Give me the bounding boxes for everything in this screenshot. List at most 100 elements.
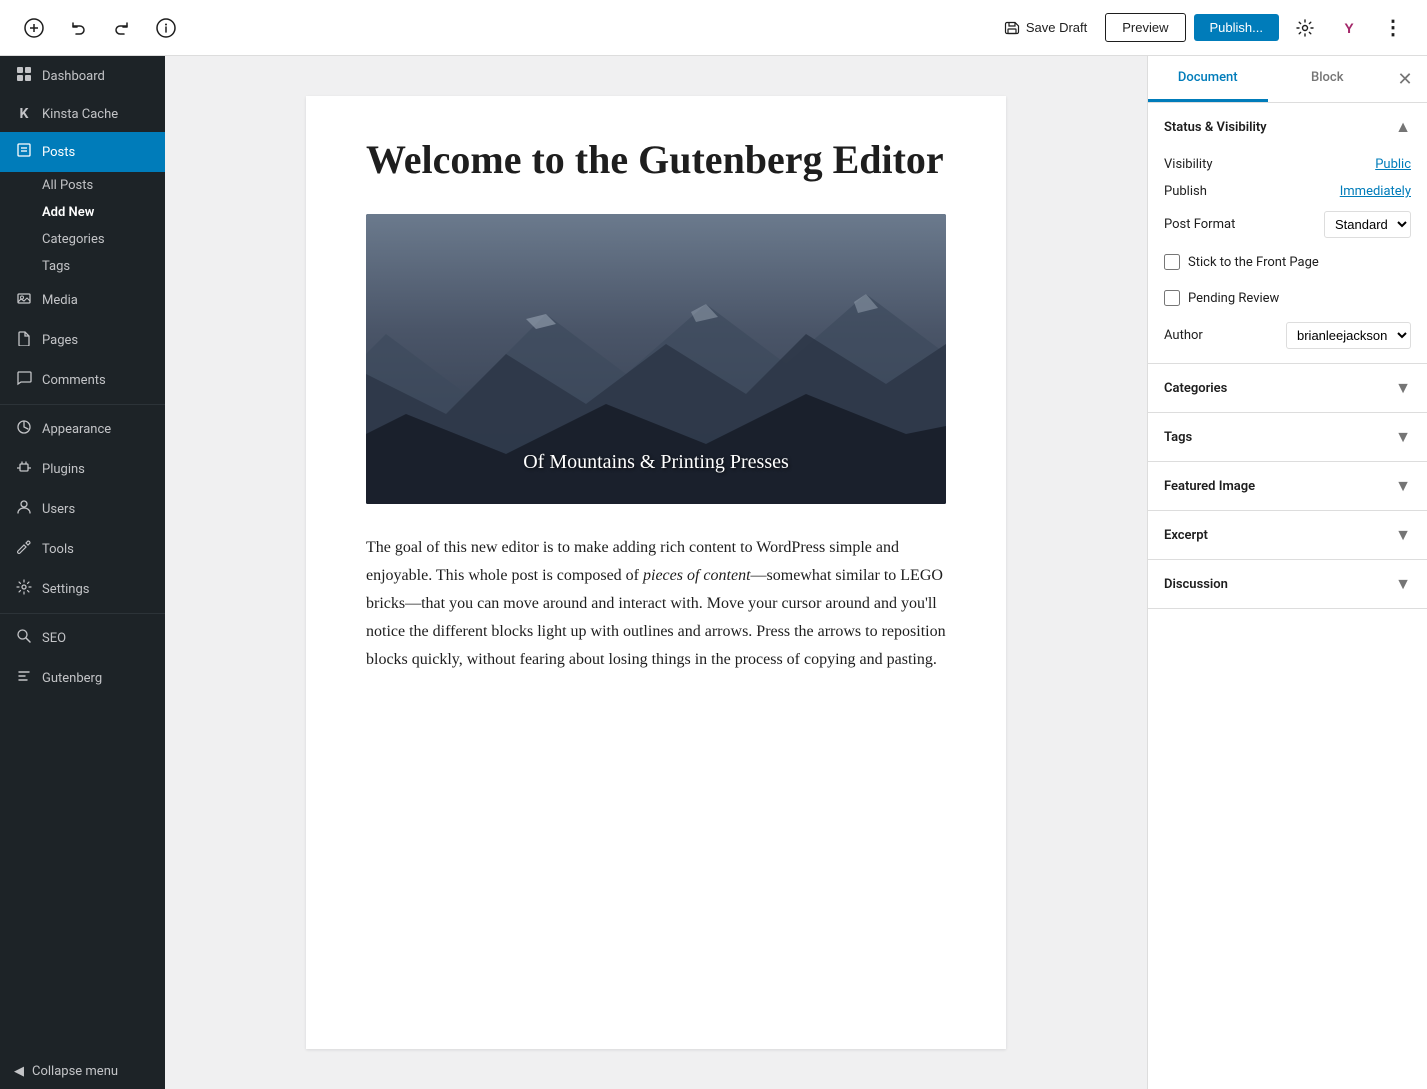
sidebar-item-categories[interactable]: Categories — [0, 226, 165, 253]
sidebar-label-tools: Tools — [42, 542, 74, 557]
sidebar-item-tags[interactable]: Tags — [0, 253, 165, 280]
sidebar-label-dashboard: Dashboard — [42, 69, 105, 84]
kinsta-icon: K — [14, 106, 34, 122]
plugins-icon — [14, 459, 34, 479]
publish-button[interactable]: Publish... — [1194, 14, 1279, 41]
sidebar-label-plugins: Plugins — [42, 462, 85, 477]
section-tags: Tags ▼ — [1148, 413, 1427, 462]
chevron-down-categories-icon: ▼ — [1395, 378, 1411, 398]
section-tags-title: Tags — [1164, 430, 1192, 445]
section-status-visibility-header[interactable]: Status & Visibility ▲ — [1148, 103, 1427, 151]
sidebar-item-tools[interactable]: Tools — [0, 529, 165, 569]
add-block-button[interactable] — [16, 10, 52, 46]
featured-image-block[interactable]: Of Mountains & Printing Presses — [366, 214, 946, 504]
save-draft-label: Save Draft — [1026, 20, 1087, 35]
collapse-menu-button[interactable]: ◀ Collapse menu — [0, 1054, 165, 1089]
posts-icon — [14, 142, 34, 162]
editor-area: Welcome to the Gutenberg Editor — [165, 56, 1147, 1089]
sidebar-item-gutenberg[interactable]: Gutenberg — [0, 658, 165, 698]
sidebar-item-pages[interactable]: Pages — [0, 320, 165, 360]
sidebar-item-users[interactable]: Users — [0, 489, 165, 529]
seo-icon — [14, 628, 34, 648]
section-excerpt-title: Excerpt — [1164, 528, 1208, 543]
pending-review-checkbox[interactable] — [1164, 290, 1180, 306]
settings-button[interactable] — [1287, 10, 1323, 46]
users-icon — [14, 499, 34, 519]
sidebar-item-seo[interactable]: SEO — [0, 618, 165, 658]
section-categories-title: Categories — [1164, 381, 1227, 396]
sidebar-item-all-posts[interactable]: All Posts — [0, 172, 165, 199]
preview-button[interactable]: Preview — [1105, 13, 1185, 42]
yoast-button[interactable]: Y — [1331, 10, 1367, 46]
more-options-button[interactable]: ⋮ — [1375, 10, 1411, 46]
post-format-label: Post Format — [1164, 217, 1235, 232]
panel-tabs: Document Block ✕ — [1148, 56, 1427, 103]
sidebar: Dashboard K Kinsta Cache Posts All Posts… — [0, 56, 165, 1089]
publish-value[interactable]: Immediately — [1340, 184, 1411, 199]
main-layout: Dashboard K Kinsta Cache Posts All Posts… — [0, 56, 1427, 1089]
top-bar: Save Draft Preview Publish... Y ⋮ — [0, 0, 1427, 56]
panel-close-button[interactable]: ✕ — [1387, 61, 1423, 97]
sidebar-label-posts: Posts — [42, 145, 75, 160]
sidebar-item-settings[interactable]: Settings — [0, 569, 165, 609]
tab-document[interactable]: Document — [1148, 56, 1268, 102]
author-select[interactable]: brianleejackson — [1286, 322, 1411, 349]
chevron-down-excerpt-icon: ▼ — [1395, 525, 1411, 545]
post-title[interactable]: Welcome to the Gutenberg Editor — [366, 136, 946, 184]
chevron-down-discussion-icon: ▼ — [1395, 574, 1411, 594]
toolbar-left — [16, 10, 986, 46]
tools-icon — [14, 539, 34, 559]
author-row: Author brianleejackson — [1148, 316, 1427, 355]
sidebar-label-gutenberg: Gutenberg — [42, 671, 102, 686]
stick-front-page-label[interactable]: Stick to the Front Page — [1188, 255, 1319, 270]
publish-label: Publish — [1164, 184, 1207, 199]
sidebar-item-dashboard[interactable]: Dashboard — [0, 56, 165, 96]
section-featured-image-header[interactable]: Featured Image ▼ — [1148, 462, 1427, 510]
post-format-select[interactable]: Standard Aside Image Video Quote Link Ga… — [1324, 211, 1411, 238]
sidebar-divider-2 — [0, 613, 165, 614]
sidebar-item-posts[interactable]: Posts — [0, 132, 165, 172]
section-featured-image: Featured Image ▼ — [1148, 462, 1427, 511]
sidebar-item-media[interactable]: Media — [0, 280, 165, 320]
visibility-row: Visibility Public — [1148, 151, 1427, 178]
stick-front-page-checkbox[interactable] — [1164, 254, 1180, 270]
sidebar-item-appearance[interactable]: Appearance — [0, 409, 165, 449]
section-excerpt-header[interactable]: Excerpt ▼ — [1148, 511, 1427, 559]
image-caption: Of Mountains & Printing Presses — [523, 451, 789, 474]
sidebar-item-kinsta[interactable]: K Kinsta Cache — [0, 96, 165, 132]
sidebar-item-comments[interactable]: Comments — [0, 360, 165, 400]
section-categories-header[interactable]: Categories ▼ — [1148, 364, 1427, 412]
sidebar-label-users: Users — [42, 502, 75, 517]
chevron-up-icon: ▲ — [1395, 117, 1411, 137]
publish-row: Publish Immediately — [1148, 178, 1427, 205]
section-categories: Categories ▼ — [1148, 364, 1427, 413]
sidebar-label-comments: Comments — [42, 373, 106, 388]
author-label: Author — [1164, 328, 1203, 343]
sidebar-item-plugins[interactable]: Plugins — [0, 449, 165, 489]
undo-button[interactable] — [60, 10, 96, 46]
section-tags-header[interactable]: Tags ▼ — [1148, 413, 1427, 461]
pending-review-label[interactable]: Pending Review — [1188, 291, 1279, 306]
sidebar-divider-1 — [0, 404, 165, 405]
pending-review-row: Pending Review — [1148, 280, 1427, 316]
chevron-down-featured-icon: ▼ — [1395, 476, 1411, 496]
section-featured-image-title: Featured Image — [1164, 479, 1255, 494]
collapse-icon: ◀ — [14, 1064, 24, 1079]
toolbar-right: Save Draft Preview Publish... Y ⋮ — [994, 10, 1411, 46]
stick-front-page-row: Stick to the Front Page — [1148, 244, 1427, 280]
info-button[interactable] — [148, 10, 184, 46]
collapse-label: Collapse menu — [32, 1064, 118, 1079]
sidebar-item-add-new[interactable]: Add New — [0, 199, 165, 226]
redo-button[interactable] — [104, 10, 140, 46]
section-discussion-header[interactable]: Discussion ▼ — [1148, 560, 1427, 608]
comments-icon — [14, 370, 34, 390]
section-discussion: Discussion ▼ — [1148, 560, 1427, 609]
post-body[interactable]: The goal of this new editor is to make a… — [366, 534, 946, 674]
right-panel: Document Block ✕ Status & Visibility ▲ V… — [1147, 56, 1427, 1089]
section-excerpt: Excerpt ▼ — [1148, 511, 1427, 560]
visibility-value[interactable]: Public — [1375, 157, 1411, 172]
chevron-down-tags-icon: ▼ — [1395, 427, 1411, 447]
tab-block[interactable]: Block — [1268, 56, 1388, 102]
media-icon — [14, 290, 34, 310]
save-draft-button[interactable]: Save Draft — [994, 14, 1097, 42]
